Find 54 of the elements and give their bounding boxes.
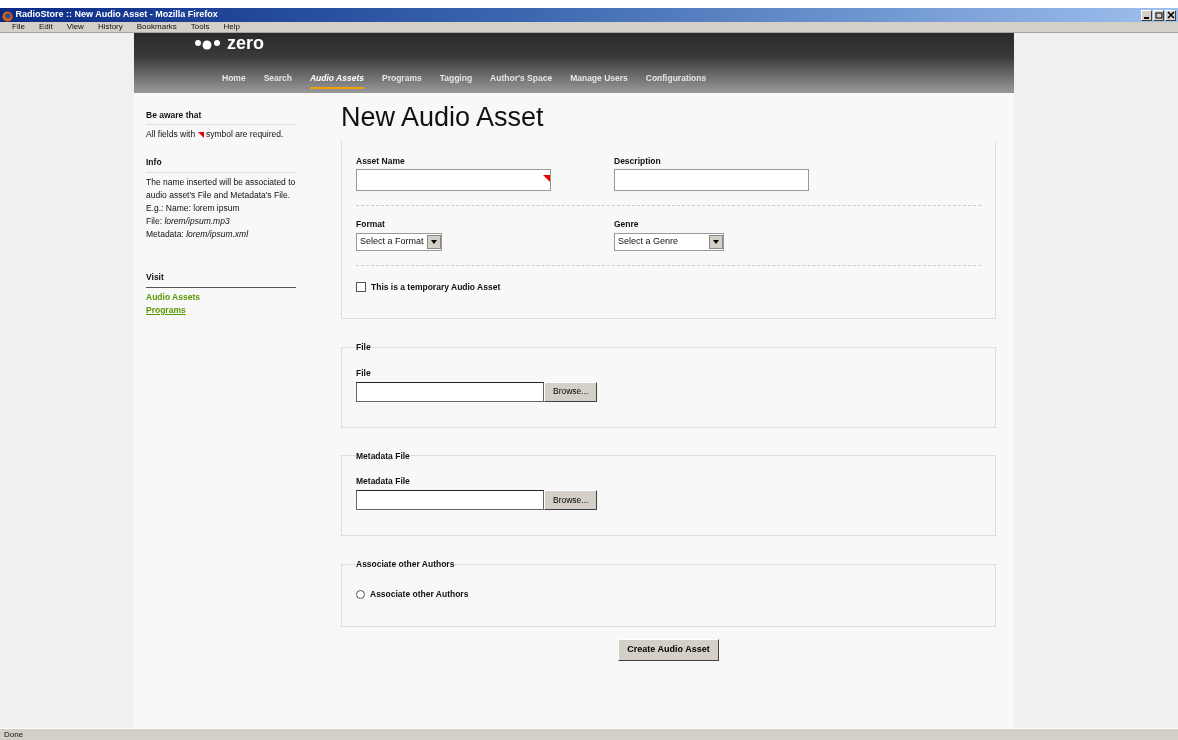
page-title: New Audio Asset (341, 103, 545, 133)
minimize-icon[interactable] (1141, 9, 1152, 21)
file-field[interactable] (356, 489, 544, 510)
menu-item[interactable]: Edit (38, 21, 53, 33)
nav-link[interactable]: Search (263, 72, 292, 89)
info-text: Metadata: lorem/ipsum.xml (146, 228, 250, 242)
note-text: All fields with (146, 129, 196, 140)
file-field[interactable] (356, 381, 544, 402)
field-label: Description (614, 154, 662, 168)
menu-item[interactable]: Tools (190, 21, 210, 33)
field-label: Format (356, 218, 386, 232)
panel-legend: File (356, 343, 371, 352)
status-text: Done (4, 730, 24, 739)
info-text: The name inserted will be associated to audio asset's File and Metadata's File. (146, 175, 296, 202)
info-text: File: lorem/ipsum.mp3 (146, 215, 231, 229)
text-field[interactable] (614, 169, 809, 192)
checkbox[interactable] (356, 282, 366, 293)
browser-icon (2, 9, 13, 21)
menu-item[interactable]: Bookmarks (136, 21, 177, 33)
radio-button[interactable] (356, 590, 365, 600)
section-heading: Visit (146, 271, 296, 288)
menu-item[interactable]: View (66, 21, 84, 33)
menu-item[interactable]: History (97, 21, 123, 33)
field-label: Genre (614, 218, 640, 232)
info-text: E.g.: Name: lorem ipsum (146, 201, 241, 215)
note-text: symbol are required. (205, 129, 284, 140)
nav-link[interactable]: Manage Users (570, 72, 628, 89)
field-label: File (356, 366, 372, 380)
nav-link[interactable]: Configurations (645, 72, 707, 89)
window-title: RadioStore :: New Audio Asset - Mozilla Firefox (15, 8, 219, 22)
restore-icon[interactable] (1153, 9, 1164, 21)
nav-link[interactable]: Author's Space (490, 72, 553, 89)
field-label: Asset Name (356, 154, 406, 168)
panel-legend: Metadata File (356, 451, 410, 461)
nav-link[interactable]: Programs (382, 72, 422, 89)
radio-label: Associate other Authors (370, 588, 469, 602)
submit-button[interactable]: Create Audio Asset (618, 639, 719, 661)
browse-button[interactable]: Browse... (544, 381, 598, 402)
site-logo: zero (227, 34, 264, 52)
dropdown[interactable]: Select a Genre (614, 233, 725, 252)
menu-item[interactable]: File (12, 21, 25, 33)
browse-button[interactable]: Browse... (544, 489, 598, 510)
close-icon[interactable] (1165, 9, 1176, 21)
menu-item[interactable]: Help (223, 21, 240, 33)
field-label: Metadata File (356, 475, 411, 488)
panel-legend: Associate other Authors (356, 559, 455, 569)
text-field[interactable] (356, 169, 551, 192)
section-heading: Info (146, 156, 296, 173)
section-heading: Be aware that (146, 109, 296, 126)
nav-link[interactable]: Home (222, 72, 246, 89)
nav-link[interactable]: Tagging (439, 72, 473, 89)
dropdown[interactable]: Select a Format (356, 233, 442, 252)
nav-link[interactable]: Audio Assets (310, 72, 364, 89)
checkbox-label: This is a temporary Audio Asset (371, 280, 501, 294)
